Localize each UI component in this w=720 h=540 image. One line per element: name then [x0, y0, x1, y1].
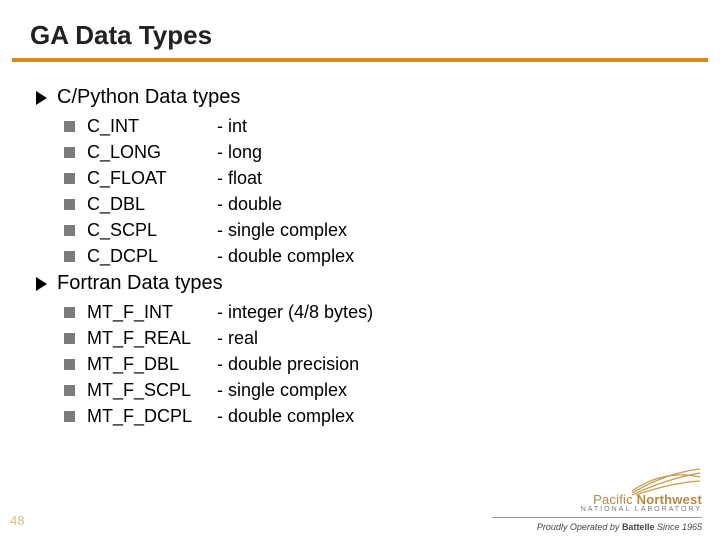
square-bullet-icon	[64, 121, 75, 132]
square-bullet-icon	[64, 199, 75, 210]
triangle-bullet-icon	[36, 277, 47, 291]
list-item: MT_F_INT- integer (4/8 bytes)	[64, 299, 700, 325]
square-bullet-icon	[64, 251, 75, 262]
section-title: C/Python Data types	[57, 86, 240, 109]
square-bullet-icon	[64, 411, 75, 422]
content-area: C/Python Data types C_INT- int C_LONG- l…	[36, 82, 700, 429]
type-name: C_SCPL	[87, 220, 217, 241]
type-name: MT_F_SCPL	[87, 380, 217, 401]
lab-logo: Pacific Northwest NATIONAL LABORATORY	[492, 467, 702, 513]
list-item: C_FLOAT- float	[64, 165, 700, 191]
type-name: MT_F_REAL	[87, 328, 217, 349]
square-bullet-icon	[64, 307, 75, 318]
list-item: C_LONG- long	[64, 139, 700, 165]
type-desc: - real	[217, 328, 258, 349]
type-name: C_FLOAT	[87, 168, 217, 189]
lab-name-line1: Pacific Northwest	[581, 492, 702, 507]
title-underline	[12, 58, 708, 62]
list-item: C_DCPL- double complex	[64, 243, 700, 269]
square-bullet-icon	[64, 225, 75, 236]
type-desc: - double precision	[217, 354, 359, 375]
type-name: MT_F_DCPL	[87, 406, 217, 427]
type-name: C_DBL	[87, 194, 217, 215]
type-desc: - single complex	[217, 220, 347, 241]
type-desc: - single complex	[217, 380, 347, 401]
footer-divider	[492, 517, 702, 518]
type-desc: - integer (4/8 bytes)	[217, 302, 373, 323]
type-name: C_DCPL	[87, 246, 217, 267]
type-desc: - float	[217, 168, 262, 189]
type-desc: - double	[217, 194, 282, 215]
list-item: C_INT- int	[64, 113, 700, 139]
section-header: C/Python Data types	[36, 86, 700, 109]
title-bar: GA Data Types	[0, 0, 720, 70]
list-item: MT_F_DCPL- double complex	[64, 403, 700, 429]
square-bullet-icon	[64, 147, 75, 158]
lab-name-line2: NATIONAL LABORATORY	[581, 506, 702, 513]
list-item: C_DBL- double	[64, 191, 700, 217]
operated-by-text: Proudly Operated by Battelle Since 1965	[492, 522, 702, 532]
footer: Pacific Northwest NATIONAL LABORATORY Pr…	[492, 467, 702, 532]
type-desc: - double complex	[217, 246, 354, 267]
type-desc: - double complex	[217, 406, 354, 427]
square-bullet-icon	[64, 359, 75, 370]
slide: GA Data Types C/Python Data types C_INT-…	[0, 0, 720, 540]
type-desc: - int	[217, 116, 247, 137]
list-item: MT_F_REAL- real	[64, 325, 700, 351]
section-items: MT_F_INT- integer (4/8 bytes) MT_F_REAL-…	[64, 299, 700, 429]
type-name: MT_F_DBL	[87, 354, 217, 375]
slide-title: GA Data Types	[30, 20, 212, 51]
list-item: MT_F_SCPL- single complex	[64, 377, 700, 403]
type-name: MT_F_INT	[87, 302, 217, 323]
list-item: MT_F_DBL- double precision	[64, 351, 700, 377]
square-bullet-icon	[64, 173, 75, 184]
list-item: C_SCPL- single complex	[64, 217, 700, 243]
type-desc: - long	[217, 142, 262, 163]
section-title: Fortran Data types	[57, 272, 223, 295]
page-number: 48	[10, 513, 24, 528]
section-header: Fortran Data types	[36, 272, 700, 295]
type-name: C_INT	[87, 116, 217, 137]
section-items: C_INT- int C_LONG- long C_FLOAT- float C…	[64, 113, 700, 269]
square-bullet-icon	[64, 385, 75, 396]
triangle-bullet-icon	[36, 91, 47, 105]
square-bullet-icon	[64, 333, 75, 344]
type-name: C_LONG	[87, 142, 217, 163]
